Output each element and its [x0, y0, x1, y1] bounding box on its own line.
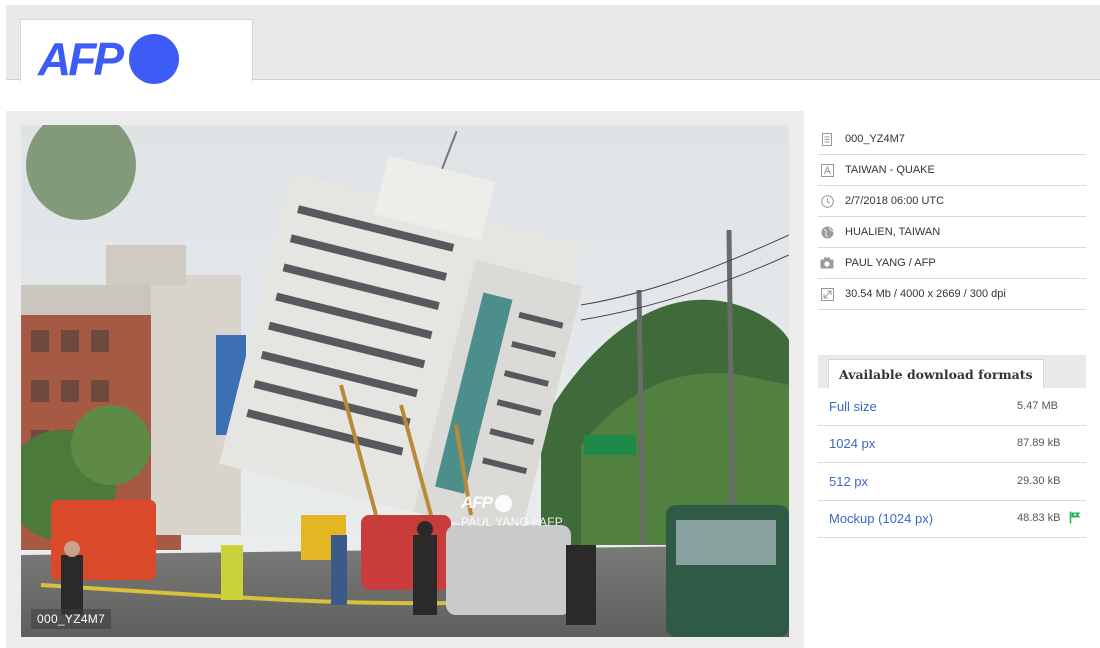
download-size: 29.30 kB [1017, 474, 1061, 487]
download-size: 48.83 kB [1017, 512, 1061, 525]
download-row-full-size[interactable]: Full size 5.47 MB [818, 388, 1086, 426]
download-row-512px[interactable]: 512 px 29.30 kB [818, 463, 1086, 501]
meta-row-id: 000_YZ4M7 [818, 124, 1086, 155]
watermark-credit: PAUL YANG / AFP [461, 515, 563, 529]
meta-credit-text: PAUL YANG / AFP [845, 257, 936, 269]
meta-row-title: TAIWAN - QUAKE [818, 155, 1086, 186]
resize-icon [820, 287, 834, 301]
download-formats-tab[interactable]: Available download formats [828, 359, 1044, 389]
meta-row-size: 30.54 Mb / 4000 x 2669 / 300 dpi [818, 279, 1086, 310]
green-flag-icon[interactable] [1069, 511, 1082, 529]
download-size: 87.89 kB [1017, 437, 1061, 450]
clock-icon [820, 194, 834, 208]
meta-id-text: 000_YZ4M7 [845, 133, 905, 145]
photo-watermark: AFP PAUL YANG / AFP [461, 493, 563, 529]
meta-row-date: 2/7/2018 06:00 UTC [818, 186, 1086, 217]
afp-logo[interactable]: AFP [38, 33, 179, 85]
watermark-logo: AFP [461, 493, 563, 513]
download-link-512px[interactable]: 512 px [829, 474, 1017, 489]
watermark-logo-text: AFP [461, 493, 493, 512]
logo-dot-icon [129, 34, 179, 84]
photo-illustration [21, 125, 789, 637]
document-icon [820, 132, 834, 146]
download-link-full-size[interactable]: Full size [829, 399, 1017, 414]
photo-metadata: 000_YZ4M7 TAIWAN - QUAKE 2/7/2018 06:00 … [818, 124, 1086, 310]
camera-icon [820, 256, 834, 270]
download-formats-header: Available download formats [818, 355, 1086, 389]
site-header: AFP [6, 5, 1100, 85]
logo-text: AFP [38, 33, 124, 85]
download-formats-panel: Available download formats Full size 5.4… [818, 355, 1086, 538]
download-row-1024px[interactable]: 1024 px 87.89 kB [818, 426, 1086, 463]
logo-tab[interactable]: AFP [20, 19, 253, 85]
meta-size-text: 30.54 Mb / 4000 x 2669 / 300 dpi [845, 288, 1006, 300]
download-link-mockup[interactable]: Mockup (1024 px) [829, 511, 1017, 526]
download-link-1024px[interactable]: 1024 px [829, 436, 1017, 451]
photo-id-overlay: 000_YZ4M7 [31, 609, 112, 629]
photo-frame: AFP PAUL YANG / AFP 000_YZ4M7 [6, 111, 804, 648]
meta-row-location: HUALIEN, TAIWAN [818, 217, 1086, 248]
download-row-mockup[interactable]: Mockup (1024 px) 48.83 kB [818, 501, 1086, 538]
meta-title-text: TAIWAN - QUAKE [845, 164, 935, 176]
watermark-dot-icon [495, 494, 512, 512]
text-a-icon [820, 163, 834, 177]
globe-icon [820, 225, 834, 239]
meta-row-credit: PAUL YANG / AFP [818, 248, 1086, 279]
meta-location-text: HUALIEN, TAIWAN [845, 226, 941, 238]
news-photo[interactable]: AFP PAUL YANG / AFP 000_YZ4M7 [21, 125, 789, 637]
download-size: 5.47 MB [1017, 399, 1058, 412]
meta-date-text: 2/7/2018 06:00 UTC [845, 195, 945, 207]
